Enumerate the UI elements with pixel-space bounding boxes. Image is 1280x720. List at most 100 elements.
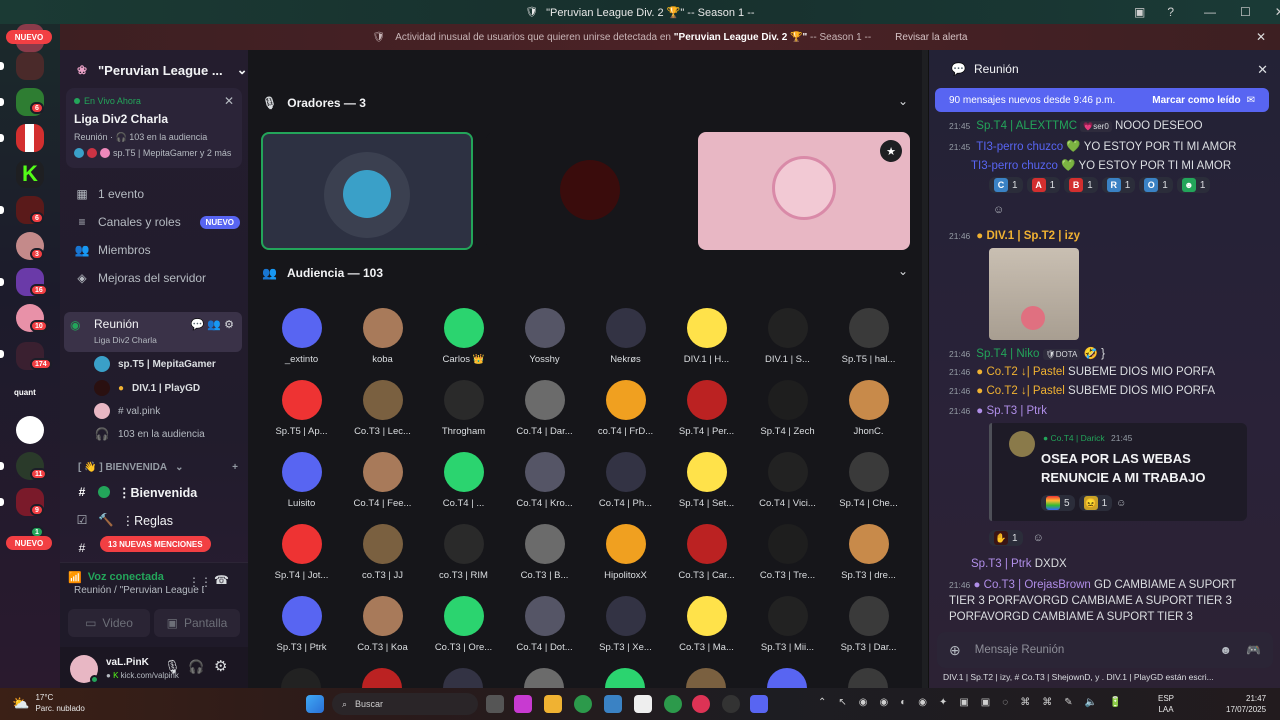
emoji-icon[interactable]: ☻ [1219,643,1232,657]
message-composer[interactable]: ⊕ Mensaje Reunión ☻ 🎮 [937,632,1273,668]
audience-member[interactable]: HipolitoxX [585,524,666,581]
audience-member[interactable]: Co.T3 | Ma... [666,596,747,653]
audience-member[interactable]: Carlos 👑 [423,308,504,365]
voice-status[interactable]: 📶 Voz conectada [68,571,164,584]
screen-share-button[interactable]: ▣ Pantalla [154,609,240,637]
mark-read-button[interactable]: Marcar como leído [1152,95,1240,106]
tray-icons[interactable]: ⌃↖◉◉◐◉✦▣▣◌⌘⌘✎🔈🔋 [818,697,1133,708]
chat-message[interactable]: 21:46 ● Co.T2 ↓| Pastel SUBEME DIOS MIO P… [949,385,1215,397]
username[interactable]: vaL.PinK [106,657,149,668]
chat-message[interactable]: 21:46 ● DIV.1 | Sp.T2 | izy [949,230,1080,242]
server-icon[interactable] [16,52,44,80]
audience-member[interactable]: Co.T3 | Car... [666,524,747,581]
chat-message[interactable]: 21:45 TI3-perro chuzco 💚 YO ESTOY POR TI … [949,139,1236,153]
audience-member[interactable]: Sp.T3 | Mii... [747,596,828,653]
close-icon[interactable]: ✕ [224,94,234,108]
add-reaction-icon[interactable]: ☺ [993,204,1004,216]
audience-count[interactable]: 🎧 103 en la audiencia [94,426,205,442]
audience-member[interactable]: co.T4 | FrD... [585,380,666,437]
audience-member[interactable]: Co.T4 | Dar... [504,380,585,437]
audience-member[interactable]: Sp.T3 | Ptrk [261,596,342,653]
audience-member[interactable]: Sp.T4 | Che... [828,452,909,509]
app-icon[interactable] [634,695,652,713]
chevron-down-icon[interactable]: ⌄ [898,94,908,108]
audience-member[interactable]: Co.T3 | Lec... [342,380,423,437]
audience-member[interactable]: Co.T4 | Kro... [504,452,585,509]
audience-member[interactable]: Sp.T4 | Zech [747,380,828,437]
weather-widget[interactable]: ⛅ 17°C Parc. nublado [12,692,85,714]
quant-server-label[interactable]: quant [14,388,36,397]
audience-member[interactable]: DIV.1 | S... [747,308,828,365]
avatar[interactable] [281,668,321,688]
language-indicator[interactable]: ESP LAA [1158,693,1174,715]
kick-server-icon[interactable]: K [16,160,44,188]
audience-member[interactable]: Co.T3 | Tre... [747,524,828,581]
server-header[interactable]: ❀ "Peruvian League ... ⌄ [74,62,248,78]
minimize-button[interactable]: — [1204,5,1216,19]
audience-member[interactable]: koba [342,308,423,365]
message-input[interactable]: Mensaje Reunión [975,644,1065,656]
audience-member[interactable]: Sp.T4 | Jot... [261,524,342,581]
audience-member[interactable]: Co.T3 | B... [504,524,585,581]
audience-member[interactable]: co.T3 | RIM [423,524,504,581]
settings-gear-icon[interactable]: ⚙ [214,657,227,675]
audience-member[interactable]: Co.T4 | Vici... [747,452,828,509]
headphones-icon[interactable]: 🎧 [188,659,204,675]
chrome-icon[interactable] [664,695,682,713]
audience-member[interactable]: Sp.T4 | Set... [666,452,747,509]
stage-actions[interactable]: 💬 👥 ⚙ [191,318,234,331]
avatar[interactable] [443,668,483,688]
inbox-icon[interactable]: ▣ [1134,5,1145,19]
chat-message[interactable]: TI3-perro chuzco 💚 YO ESTOY POR TI MI AM… [971,158,1231,172]
chat-message[interactable]: 21:46 ● Sp.T3 | Ptrk [949,405,1047,417]
speaker-tile[interactable]: ★ [698,132,910,250]
avatar[interactable] [605,668,645,688]
audience-header[interactable]: 👥 Audiencia — 103 [262,266,383,280]
audience-member[interactable]: Co.T3 | Ore... [423,596,504,653]
attach-plus-icon[interactable]: ⊕ [949,642,961,659]
discord-icon[interactable] [750,695,768,713]
chat-message[interactable]: 21:46 Sp.T4 | Niko 🛡DOTA 🤣 } [949,346,1105,360]
new-messages-bar[interactable]: 90 mensajes nuevos desde 9:46 p.m. Marca… [935,88,1269,112]
speaker-tile[interactable] [486,132,698,250]
members-item[interactable]: 👥 Miembros [74,242,151,258]
avatar[interactable] [767,668,807,688]
app-icon[interactable] [604,695,622,713]
audience-member[interactable]: Sp.T3 | dre... [828,524,909,581]
new-pill[interactable]: NUEVO [6,30,52,44]
stage-user[interactable]: sp.T5 | MepitaGamer [94,356,216,372]
voice-location[interactable]: Reunión / "Peruvian League Div. ... [74,585,204,596]
audience-member[interactable]: Sp.T5 | hal... [828,308,909,365]
gamepad-icon[interactable]: 🎮 [1246,643,1261,657]
audience-member[interactable]: Co.T4 | Fee... [342,452,423,509]
disconnect-icon[interactable]: ☎ [214,573,229,587]
audience-member[interactable]: co.T3 | JJ [342,524,423,581]
audience-member[interactable]: Co.T4 | Dot... [504,596,585,653]
channel-reglas[interactable]: ☑ 🔨 ⋮Reglas [74,512,173,528]
audience-member[interactable]: Nekrøs [585,308,666,365]
stage-user[interactable]: # val.pink [94,403,160,419]
channels-roles-item[interactable]: ≡ Canales y roles NUEVO [74,214,240,230]
chat-message[interactable]: 21:46 ● Co.T3 | OrejasBrown GD CAMBIAME … [949,577,1249,625]
search-box[interactable]: ⌕ Buscar [332,693,478,715]
file-explorer-icon[interactable] [544,695,562,713]
audience-member[interactable]: Sp.T4 | Per... [666,380,747,437]
video-button[interactable]: ▭ Video [68,609,150,637]
channel-bienvenida[interactable]: # ⋮Bienvenida [74,484,198,500]
audience-member[interactable]: Sp.T3 | Dar... [828,596,909,653]
speakers-header[interactable]: 🎙 Oradores — 3 [262,96,366,110]
task-view-icon[interactable] [486,695,504,713]
stage-user[interactable]: ● DIV.1 | PlayGD [94,380,200,396]
maximize-button[interactable]: ☐ [1240,5,1251,19]
chrome-icon[interactable] [692,695,710,713]
server-boosts-item[interactable]: ◈ Mejoras del servidor [74,270,206,286]
reaction-row[interactable]: C1 A1 B1 R1 O1 ☻ 1 [989,177,1214,193]
audience-member[interactable]: Co.T4 | Ph... [585,452,666,509]
new-pill[interactable]: NUEVO [6,536,52,550]
close-icon[interactable]: ✕ [1257,62,1268,78]
stage-channel-reunion[interactable]: ◉ Reunión Liga Div2 Charla 💬 👥 ⚙ [64,312,242,352]
audience-member[interactable]: Sp.T5 | Ap... [261,380,342,437]
reaction-row[interactable]: ✋ 1 ☺ [989,530,1044,546]
avatar[interactable] [686,668,726,688]
channel-hidden[interactable]: # [74,540,90,556]
